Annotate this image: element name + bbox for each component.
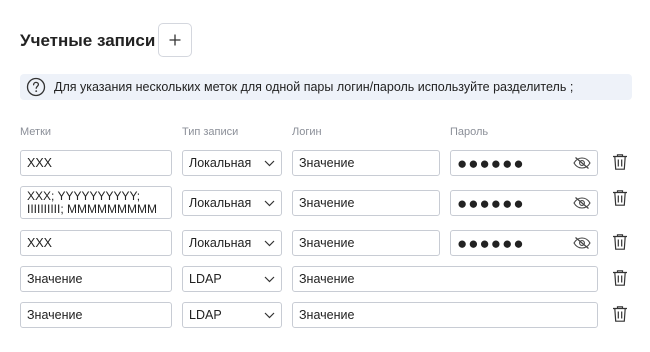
- tags-value: Значение: [27, 308, 83, 322]
- record-type-select[interactable]: LDAP: [182, 266, 282, 292]
- delete-row-button[interactable]: [610, 303, 630, 325]
- record-type-value: Локальная: [189, 236, 252, 250]
- record-type-value: LDAP: [189, 308, 222, 322]
- delete-row-button[interactable]: [610, 187, 630, 209]
- chevron-down-icon: [264, 240, 275, 246]
- record-type-value: LDAP: [189, 272, 222, 286]
- info-text: Для указания нескольких меток для одной …: [54, 80, 574, 94]
- tags-field[interactable]: XXX; YYYYYYYYYY; IIIIIIIIII; MMMMMMMMM: [20, 186, 172, 219]
- login-value: Значение: [299, 308, 355, 322]
- trash-icon: [613, 306, 627, 322]
- add-account-button[interactable]: [158, 23, 192, 57]
- eye-off-icon[interactable]: [573, 156, 591, 170]
- column-header-password: Пароль: [450, 126, 489, 138]
- login-field[interactable]: Значение: [292, 302, 598, 328]
- password-field[interactable]: ●●●●●●: [450, 230, 598, 256]
- login-field[interactable]: Значение: [292, 266, 598, 292]
- trash-icon: [613, 190, 627, 206]
- chevron-down-icon: [264, 160, 275, 166]
- delete-row-button[interactable]: [610, 267, 630, 289]
- tags-value: Значение: [27, 272, 83, 286]
- login-field[interactable]: Значение: [292, 150, 440, 176]
- question-circle-icon: [26, 77, 46, 97]
- record-type-select[interactable]: LDAP: [182, 302, 282, 328]
- page-title: Учетные записи: [20, 31, 156, 50]
- info-banner: Для указания нескольких меток для одной …: [20, 74, 632, 100]
- eye-off-icon[interactable]: [573, 236, 591, 250]
- chevron-down-icon: [264, 312, 275, 318]
- record-type-select[interactable]: Локальная: [182, 190, 282, 216]
- record-type-value: Локальная: [189, 196, 252, 210]
- tags-field[interactable]: Значение: [20, 266, 172, 292]
- eye-off-icon[interactable]: [573, 196, 591, 210]
- chevron-down-icon: [264, 200, 275, 206]
- delete-row-button[interactable]: [610, 231, 630, 253]
- plus-icon: [169, 34, 181, 46]
- tags-value: XXX: [27, 156, 53, 170]
- login-value: Значение: [299, 272, 355, 286]
- column-header-tags: Метки: [20, 126, 52, 138]
- tags-value: XXX: [27, 236, 53, 250]
- delete-row-button[interactable]: [610, 151, 630, 173]
- login-value: Значение: [299, 196, 355, 210]
- trash-icon: [613, 234, 627, 250]
- record-type-value: Локальная: [189, 156, 252, 170]
- password-mask: ●●●●●●: [457, 233, 525, 253]
- record-type-select[interactable]: Локальная: [182, 150, 282, 176]
- password-mask: ●●●●●●: [457, 153, 525, 173]
- chevron-down-icon: [264, 276, 275, 282]
- login-field[interactable]: Значение: [292, 230, 440, 256]
- password-field[interactable]: ●●●●●●: [450, 150, 598, 176]
- column-header-type: Тип записи: [182, 126, 239, 138]
- column-header-login: Логин: [292, 126, 322, 138]
- trash-icon: [613, 154, 627, 170]
- password-mask: ●●●●●●: [457, 193, 525, 213]
- tags-field[interactable]: XXX: [20, 150, 172, 176]
- tags-value: XXX; YYYYYYYYYY; IIIIIIIIII; MMMMMMMMM: [27, 188, 157, 216]
- record-type-select[interactable]: Локальная: [182, 230, 282, 256]
- login-value: Значение: [299, 156, 355, 170]
- login-field[interactable]: Значение: [292, 190, 440, 216]
- tags-field[interactable]: XXX: [20, 230, 172, 256]
- login-value: Значение: [299, 236, 355, 250]
- trash-icon: [613, 270, 627, 286]
- tags-field[interactable]: Значение: [20, 302, 172, 328]
- password-field[interactable]: ●●●●●●: [450, 190, 598, 216]
